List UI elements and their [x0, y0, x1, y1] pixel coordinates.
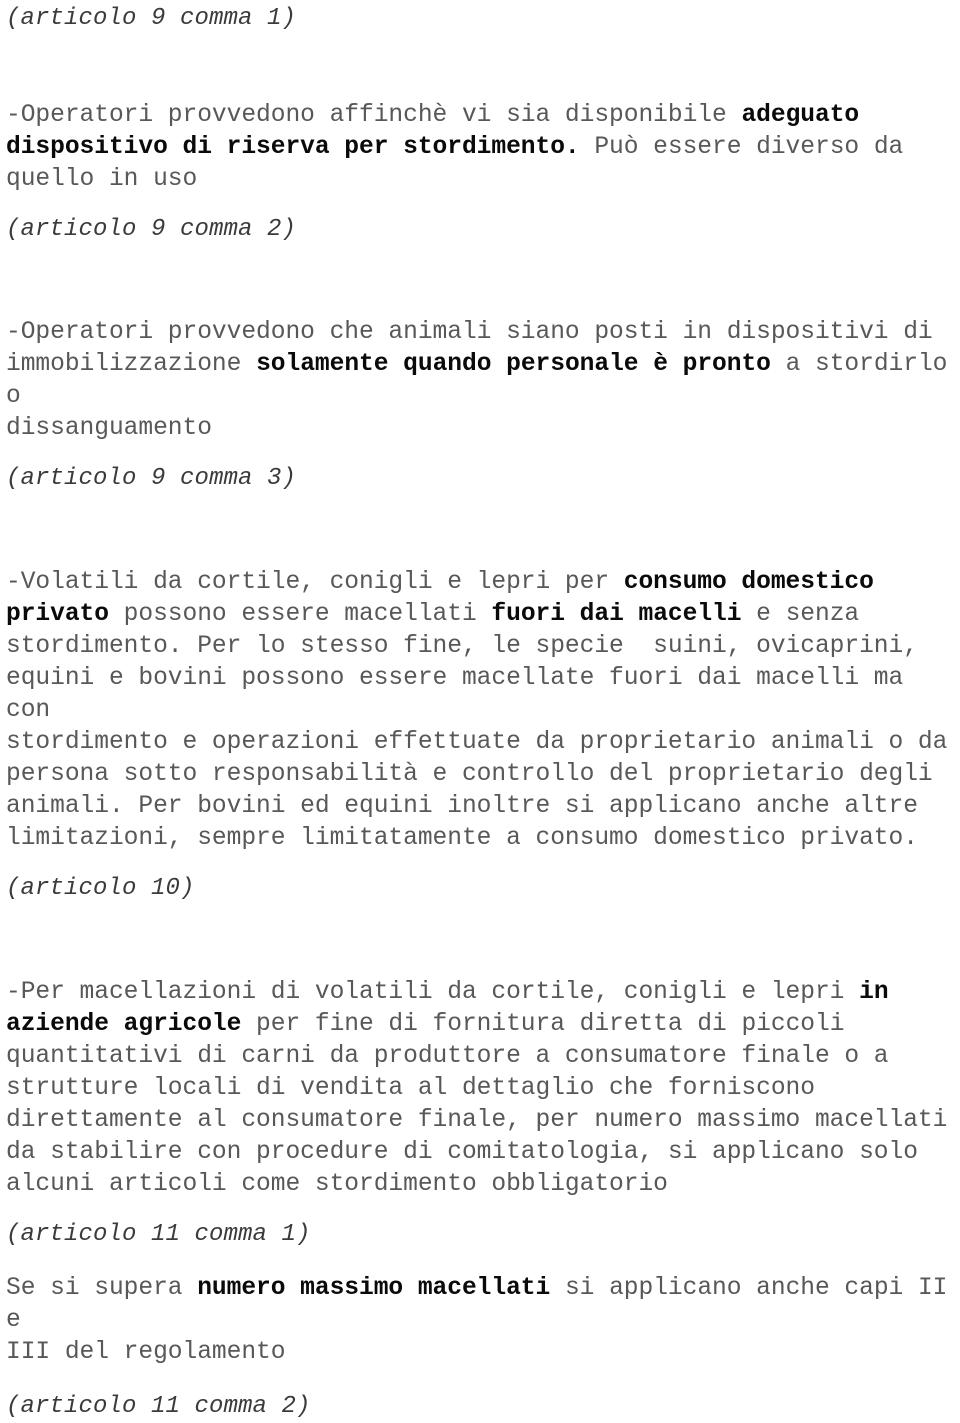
text-run: III del regolamento: [6, 1339, 286, 1366]
body-paragraph: -Operatori provvedono che animali siano …: [6, 317, 956, 445]
text-run: strutture locali di vendita al dettaglio…: [6, 1075, 815, 1102]
vertical-spacer: [6, 445, 956, 463]
body-paragraph: Se si supera numero massimo macellati si…: [6, 1273, 956, 1369]
text-run: e senza: [741, 601, 860, 628]
text-run: -Per macellazioni di volatili da cortile…: [6, 979, 860, 1006]
body-paragraph: -Per macellazioni di volatili da cortile…: [6, 977, 956, 1201]
text-run: quantitativi di carni da produttore a co…: [6, 1043, 889, 1070]
text-run: per fine di fornitura diretta di piccoli: [241, 1011, 845, 1038]
paragraph-line: dispositivo di riserva per stordimento. …: [6, 132, 956, 164]
emphasised-text-run: solamente quando personale è pronto: [256, 351, 771, 378]
vertical-spacer: [6, 905, 956, 977]
article-reference-heading: (articolo 10): [6, 875, 195, 902]
vertical-spacer: [6, 35, 956, 100]
vertical-spacer: [6, 196, 956, 214]
emphasised-text-run: privato: [6, 601, 109, 628]
text-run: animali. Per bovini ed equini inoltre si…: [6, 793, 918, 820]
paragraph-line: animali. Per bovini ed equini inoltre si…: [6, 791, 956, 823]
paragraph-line: stordimento. Per lo stesso fine, le spec…: [6, 631, 956, 663]
text-run: persona sotto responsabilità e controllo…: [6, 761, 933, 788]
paragraph-line: -Operatori provvedono che animali siano …: [6, 317, 956, 349]
paragraph-line: equini e bovini possono essere macellate…: [6, 663, 956, 727]
text-run: quello in uso: [6, 166, 198, 193]
paragraph-line: alcuni articoli come stordimento obbliga…: [6, 1169, 956, 1201]
paragraph-line: dissanguamento: [6, 413, 956, 445]
text-run: equini e bovini possono essere macellate…: [6, 665, 918, 724]
paragraph-line: quantitativi di carni da produttore a co…: [6, 1041, 956, 1073]
text-run: alcuni articoli come stordimento obbliga…: [6, 1171, 668, 1198]
text-run: dissanguamento: [6, 415, 212, 442]
emphasised-text-run: consumo domestico: [623, 569, 874, 596]
paragraph-line: III del regolamento: [6, 1337, 956, 1369]
emphasised-text-run: fuori dai macelli: [491, 601, 742, 628]
text-run: -Operatori provvedono affinchè vi sia di…: [6, 102, 742, 129]
emphasised-text-run: numero massimo macellati: [197, 1275, 551, 1302]
paragraph-line: privato possono essere macellati fuori d…: [6, 599, 956, 631]
vertical-spacer: [6, 1369, 956, 1391]
vertical-spacer: [6, 855, 956, 873]
text-run: direttamente al consumatore finale, per …: [6, 1107, 948, 1134]
emphasised-text-run: adeguato: [741, 102, 860, 129]
article-reference-heading: (articolo 9 comma 1): [6, 5, 297, 32]
paragraph-line: immobilizzazione solamente quando person…: [6, 349, 956, 413]
paragraph-line: strutture locali di vendita al dettaglio…: [6, 1073, 956, 1105]
paragraph-line: da stabilire con procedure di comitatolo…: [6, 1137, 956, 1169]
article-reference-heading: (articolo 11 comma 2): [6, 1393, 311, 1420]
document-page: (articolo 9 comma 1) -Operatori provvedon…: [0, 0, 960, 1420]
text-run: limitazioni, sempre limitatamente a cons…: [6, 825, 918, 852]
text-run: stordimento e operazioni effettuate da p…: [6, 729, 948, 756]
emphasised-text-run: dispositivo di riserva per stordimento.: [6, 134, 580, 161]
paragraph-line: limitazioni, sempre limitatamente a cons…: [6, 823, 956, 855]
text-run: da stabilire con procedure di comitatolo…: [6, 1139, 918, 1166]
article-reference-heading: (articolo 9 comma 2): [6, 216, 297, 243]
emphasised-text-run: aziende agricole: [6, 1011, 242, 1038]
paragraph-line: aziende agricole per fine di fornitura d…: [6, 1009, 956, 1041]
text-run: -Volatili da cortile, conigli e lepri pe…: [6, 569, 624, 596]
text-run: stordimento. Per lo stesso fine, le spec…: [6, 633, 918, 660]
paragraph-line: -Per macellazioni di volatili da cortile…: [6, 977, 956, 1009]
vertical-spacer: [6, 1251, 956, 1273]
article-reference-heading: (articolo 11 comma 1): [6, 1221, 311, 1248]
paragraph-line: -Volatili da cortile, conigli e lepri pe…: [6, 567, 956, 599]
document-body: (articolo 9 comma 1) -Operatori provvedon…: [0, 0, 960, 1423]
text-run: possono essere macellati: [108, 601, 492, 628]
vertical-spacer: [6, 246, 956, 317]
paragraph-line: quello in uso: [6, 164, 956, 196]
paragraph-line: direttamente al consumatore finale, per …: [6, 1105, 956, 1137]
paragraph-line: Se si supera numero massimo macellati si…: [6, 1273, 956, 1337]
paragraph-line: persona sotto responsabilità e controllo…: [6, 759, 956, 791]
text-run: -Operatori provvedono che animali siano …: [6, 319, 933, 346]
text-run: Può essere diverso da: [579, 134, 904, 161]
text-run: Se si supera: [6, 1275, 198, 1302]
paragraph-line: stordimento e operazioni effettuate da p…: [6, 727, 956, 759]
emphasised-text-run: in: [859, 979, 889, 1006]
paragraph-line: -Operatori provvedono affinchè vi sia di…: [6, 100, 956, 132]
text-run: immobilizzazione: [6, 351, 257, 378]
vertical-spacer: [6, 495, 956, 567]
body-paragraph: -Volatili da cortile, conigli e lepri pe…: [6, 567, 956, 855]
body-paragraph: -Operatori provvedono affinchè vi sia di…: [6, 100, 956, 196]
article-reference-heading: (articolo 9 comma 3): [6, 465, 297, 492]
vertical-spacer: [6, 1201, 956, 1219]
